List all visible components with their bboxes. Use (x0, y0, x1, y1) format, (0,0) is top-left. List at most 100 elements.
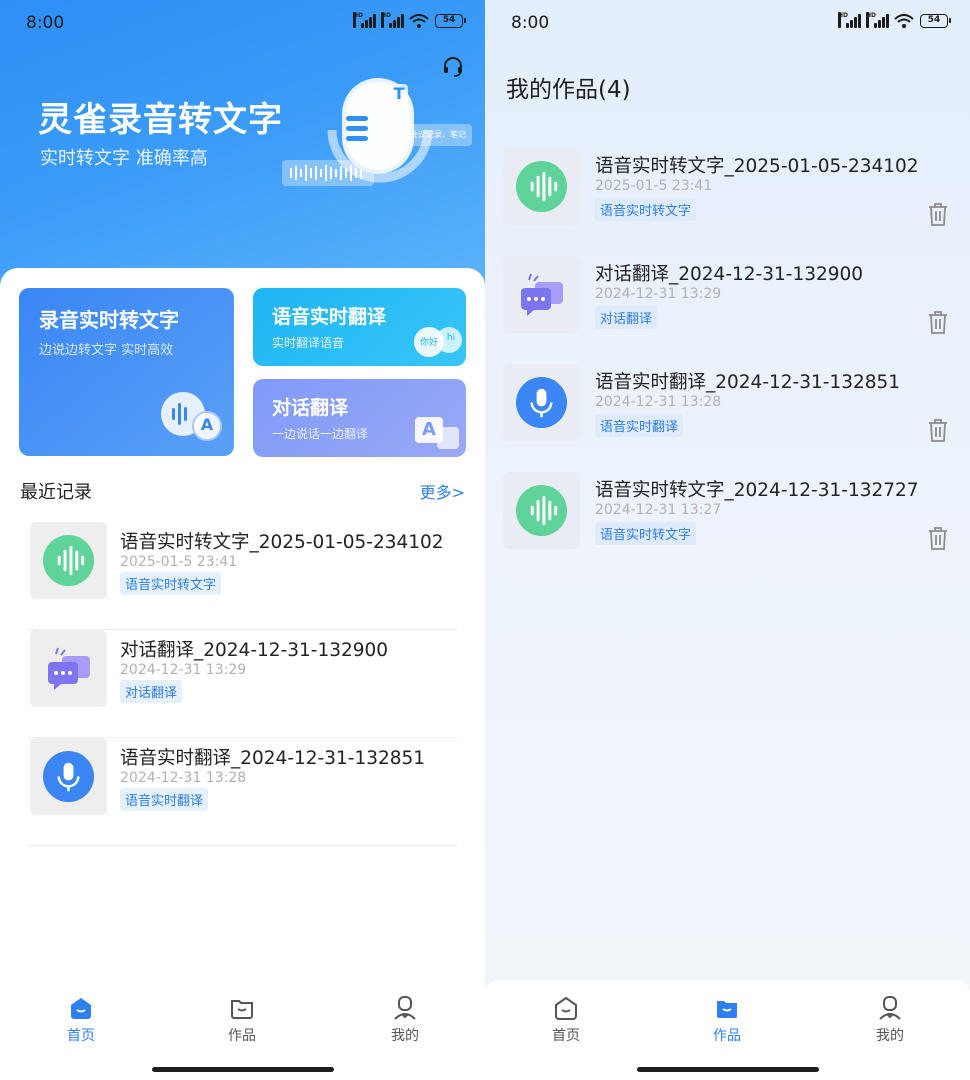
status-time: 8:00 (26, 13, 65, 33)
work-name: 语音实时转文字_2024-12-31-132727 (595, 480, 919, 501)
work-list-item[interactable]: 语音实时转文字_2025-01-05-234102 2025-01-5 23:4… (503, 148, 963, 226)
trash-icon[interactable] (926, 525, 950, 551)
translate-bubble-text-b: hi (446, 333, 456, 343)
tab-profile[interactable]: 我的 (365, 994, 445, 1044)
tab-works[interactable]: 作品 (202, 994, 282, 1044)
tab-label: 作品 (228, 1028, 256, 1044)
chat-bubbles-icon (48, 647, 90, 690)
home-indicator (637, 1067, 819, 1072)
recent-list-item[interactable]: 语音实时翻译_2024-12-31-132851 2024-12-31 13:2… (28, 738, 458, 846)
recent-records-header: 最近记录 更多> (20, 478, 465, 503)
microphone-icon (515, 376, 568, 429)
record-name: 语音实时翻译_2024-12-31-132851 (120, 748, 426, 769)
work-date: 2024-12-31 13:29 (595, 286, 722, 302)
trash-icon[interactable] (926, 201, 950, 227)
record-thumbnail (30, 522, 107, 599)
feature-speech-to-text-card[interactable]: 录音实时转文字 边说边转文字 实时高效 A (19, 288, 234, 456)
folder-icon (231, 1000, 253, 1019)
home-screen: 灵雀录音转文字 实时转文字 准确率高 T 会议记录、笔记 录音实时转文字 边说边… (0, 0, 485, 1080)
feature-title: 对话翻译 (272, 397, 349, 419)
app-title: 灵雀录音转文字 (38, 100, 283, 140)
tab-profile[interactable]: 我的 (850, 994, 930, 1044)
dialogue-icon-letter: A (422, 419, 436, 440)
record-thumbnail (30, 630, 107, 707)
work-date: 2024-12-31 13:28 (595, 394, 722, 410)
feature-title: 录音实时转文字 (39, 308, 179, 332)
work-list-item[interactable]: 语音实时转文字_2024-12-31-132727 2024-12-31 13:… (503, 472, 963, 550)
feature-subtitle: 一边说话一边翻译 (272, 427, 369, 441)
trash-icon[interactable] (926, 417, 950, 443)
status-bar: 8:00 HD HD 54 (485, 0, 970, 46)
feature-subtitle: 边说边转文字 实时高效 (39, 343, 174, 358)
speech-to-text-icon-letter: A (200, 415, 214, 434)
battery-icon: 54 (920, 14, 951, 28)
cellular-signal-icon: HD (838, 12, 861, 28)
record-date: 2024-12-31 13:29 (120, 662, 247, 678)
wifi-icon (894, 14, 914, 28)
record-thumbnail (30, 738, 107, 815)
work-list-item[interactable]: 语音实时翻译_2024-12-31-132851 2024-12-31 13:2… (503, 364, 963, 442)
battery-icon: 54 (435, 14, 466, 28)
profile-icon (879, 996, 901, 1020)
feature-dialogue-translate-card[interactable]: 对话翻译 一边说话一边翻译 A (253, 379, 466, 457)
trash-icon[interactable] (926, 309, 950, 335)
chat-bubbles-icon (521, 273, 563, 316)
tab-home[interactable]: 首页 (41, 994, 121, 1044)
record-date: 2025-01-5 23:41 (120, 554, 238, 570)
feature-subtitle: 实时翻译语音 (272, 336, 345, 350)
translate-bubble-text-a: 你好 (419, 338, 438, 348)
home-icon (71, 998, 91, 1019)
record-name: 语音实时转文字_2025-01-05-234102 (120, 532, 444, 553)
bottom-tab-bar: 首页 作品 我的 (0, 980, 485, 1080)
profile-icon (394, 996, 416, 1020)
app-subtitle: 实时转文字 准确率高 (40, 148, 208, 169)
work-thumbnail (503, 364, 580, 441)
hero-art-letter: T (393, 84, 405, 103)
tab-label: 我的 (876, 1028, 904, 1044)
status-time: 8:00 (511, 13, 550, 33)
work-type-tag: 语音实时转文字 (595, 522, 697, 545)
waveform-icon (42, 534, 95, 587)
recent-list-item[interactable]: 对话翻译_2024-12-31-132900 2024-12-31 13:29 … (28, 630, 458, 738)
work-name: 对话翻译_2024-12-31-132900 (595, 264, 864, 285)
tab-home[interactable]: 首页 (526, 994, 606, 1044)
feature-title: 语音实时翻译 (272, 306, 387, 328)
tab-label: 首页 (67, 1028, 95, 1044)
bottom-tab-bar: 首页 作品 我的 (485, 980, 970, 1080)
work-thumbnail (503, 148, 580, 225)
home-icon (555, 996, 577, 1020)
microphone-icon (42, 750, 95, 803)
tab-label: 首页 (552, 1028, 580, 1044)
waveform-icon (515, 160, 568, 213)
hero-art-caption: 会议记录、笔记 (410, 130, 466, 139)
cellular-signal-icon: HD (866, 12, 889, 28)
home-indicator (152, 1067, 334, 1072)
work-name: 语音实时翻译_2024-12-31-132851 (595, 372, 901, 393)
record-date: 2024-12-31 13:28 (120, 770, 247, 786)
work-date: 2024-12-31 13:27 (595, 502, 722, 518)
work-thumbnail (503, 472, 580, 549)
work-name: 语音实时转文字_2025-01-05-234102 (595, 156, 919, 177)
work-type-tag: 语音实时翻译 (595, 414, 684, 437)
record-type-tag: 语音实时转文字 (120, 572, 222, 595)
record-type-tag: 对话翻译 (120, 680, 183, 703)
feature-voice-translate-card[interactable]: 语音实时翻译 实时翻译语音 你好 hi (253, 288, 466, 366)
recent-list-item[interactable]: 语音实时转文字_2025-01-05-234102 2025-01-5 23:4… (28, 522, 458, 630)
tab-label: 我的 (391, 1028, 419, 1044)
more-link[interactable]: 更多> (420, 479, 465, 503)
work-thumbnail (503, 256, 580, 333)
tab-works[interactable]: 作品 (687, 994, 767, 1044)
cellular-signal-icon: HD (381, 12, 404, 28)
work-date: 2025-01-5 23:41 (595, 178, 713, 194)
work-list-item[interactable]: 对话翻译_2024-12-31-132900 2024-12-31 13:29 … (503, 256, 963, 334)
status-bar: 8:00 HD HD 54 (0, 0, 485, 46)
cellular-signal-icon: HD (353, 12, 376, 28)
waveform-icon (515, 484, 568, 537)
record-type-tag: 语音实时翻译 (120, 788, 209, 811)
page-title: 我的作品(4) (506, 77, 631, 103)
recent-records-title: 最近记录 (20, 482, 92, 503)
record-name: 对话翻译_2024-12-31-132900 (120, 640, 389, 661)
work-type-tag: 语音实时转文字 (595, 198, 697, 221)
tab-label: 作品 (713, 1028, 741, 1044)
folder-icon (717, 1001, 737, 1018)
